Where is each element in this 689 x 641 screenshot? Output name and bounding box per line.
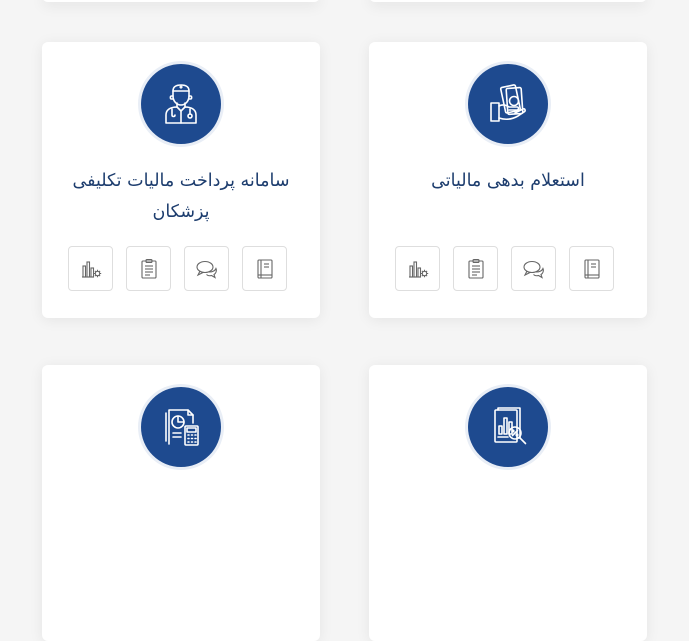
card-edge-top-left <box>42 0 320 2</box>
support-chat-button[interactable] <box>511 246 556 291</box>
chat-bubbles-icon <box>195 260 217 279</box>
doctor-icon <box>141 64 221 144</box>
clipboard-icon <box>140 258 157 279</box>
money-hand-icon <box>468 64 548 144</box>
card-actions <box>395 246 614 291</box>
chart-gear-icon <box>81 260 101 278</box>
card-title[interactable]: استعلام بدهی مالیاتی <box>383 166 633 197</box>
service-card-report-analysis[interactable] <box>369 365 647 641</box>
chat-bubbles-icon <box>522 260 544 279</box>
service-card-tax-debt-inquiry[interactable]: استعلام بدهی مالیاتی <box>369 42 647 318</box>
reports-settings-button[interactable] <box>68 246 113 291</box>
chart-gear-icon <box>408 260 428 278</box>
card-actions <box>68 246 287 291</box>
guide-button[interactable] <box>242 246 287 291</box>
request-form-button[interactable] <box>126 246 171 291</box>
book-icon <box>583 258 600 279</box>
calculator-report-icon <box>141 387 221 467</box>
request-form-button[interactable] <box>453 246 498 291</box>
report-magnifier-icon <box>468 387 548 467</box>
card-title[interactable]: سامانه پرداخت مالیات تکلیفی پزشکان <box>56 166 306 228</box>
support-chat-button[interactable] <box>184 246 229 291</box>
service-card-tax-calculator[interactable] <box>42 365 320 641</box>
service-card-doctors-tax-payment[interactable]: سامانه پرداخت مالیات تکلیفی پزشکان <box>42 42 320 318</box>
reports-settings-button[interactable] <box>395 246 440 291</box>
card-edge-top-right <box>369 0 647 2</box>
clipboard-icon <box>467 258 484 279</box>
book-icon <box>256 258 273 279</box>
guide-button[interactable] <box>569 246 614 291</box>
